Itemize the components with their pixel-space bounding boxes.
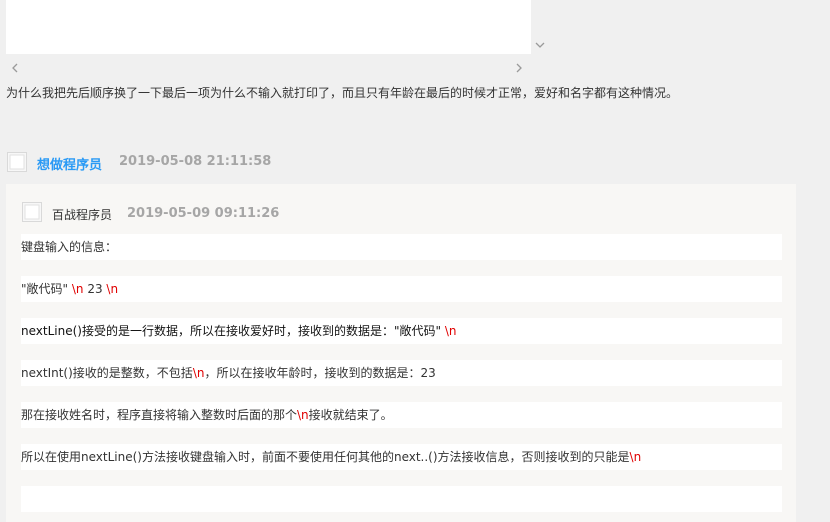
avatar-placeholder-icon [9, 154, 25, 170]
paragraph-text: nextInt()接收的是整数，不包括 [21, 366, 193, 380]
avatar-placeholder-icon [24, 204, 40, 220]
reply-username[interactable]: 百战程序员 [52, 206, 112, 223]
paragraph-text: 所以在使用nextLine()方法接收键盘输入时，前面不要使用任何其他的next… [21, 450, 630, 464]
chevron-right-icon[interactable] [514, 58, 524, 73]
reply-paragraph-empty [21, 486, 782, 512]
reply-paragraph: nextLine()接受的是一行数据，所以在接收爱好时，接收到的数据是："敞代码… [21, 318, 782, 344]
chevron-left-icon[interactable] [10, 58, 20, 73]
newline-token: \n [192, 366, 205, 380]
reply-timestamp: 2019-05-09 09:11:26 [127, 206, 280, 221]
page: 为什么我把先后顺序换了一下最后一项为什么不输入就打印了，而且只有年龄在最后的时候… [0, 0, 830, 522]
chevron-down-icon[interactable] [535, 35, 545, 48]
paragraph-text: 23 [83, 282, 107, 296]
horizontal-scrollbar[interactable] [6, 54, 531, 73]
code-text-area[interactable] [6, 0, 531, 54]
newline-token: \n [444, 324, 457, 338]
vertical-scrollbar[interactable] [531, 0, 549, 55]
newline-token: \n [297, 408, 309, 422]
reply-paragraph: 那在接收姓名时，程序直接将输入整数时后面的那个\n接收就结束了。 [21, 402, 782, 428]
avatar[interactable] [7, 152, 27, 172]
paragraph-text: 键盘输入的信息： [21, 240, 118, 254]
paragraph-text: nextLine()接受的是一行数据，所以在接收爱好时，接收到的数据是："敞代码… [21, 324, 445, 338]
newline-token: \n [629, 450, 642, 464]
reply-avatar[interactable] [22, 202, 42, 222]
newline-token: \n [106, 282, 119, 296]
newline-token: \n [71, 282, 84, 296]
reply-paragraph: "敞代码" \n 23 \n [21, 276, 782, 302]
comment-username[interactable]: 想做程序员 [37, 154, 102, 173]
comment-timestamp: 2019-05-08 21:11:58 [119, 154, 272, 169]
paragraph-text: 接收就结束了。 [308, 408, 393, 422]
reply-paragraph: 所以在使用nextLine()方法接收键盘输入时，前面不要使用任何其他的next… [21, 444, 782, 470]
reply-paragraph: 键盘输入的信息： [21, 234, 782, 260]
question-text: 为什么我把先后顺序换了一下最后一项为什么不输入就打印了，而且只有年龄在最后的时候… [6, 86, 679, 100]
paragraph-text: ，所以在接收年龄时，接收到的数据是：23 [204, 366, 436, 380]
paragraph-text: 那在接收姓名时，程序直接将输入整数时后面的那个 [21, 408, 298, 422]
paragraph-text: "敞代码" [21, 282, 72, 296]
reply-paragraph: nextInt()接收的是整数，不包括\n，所以在接收年龄时，接收到的数据是：2… [21, 360, 782, 386]
